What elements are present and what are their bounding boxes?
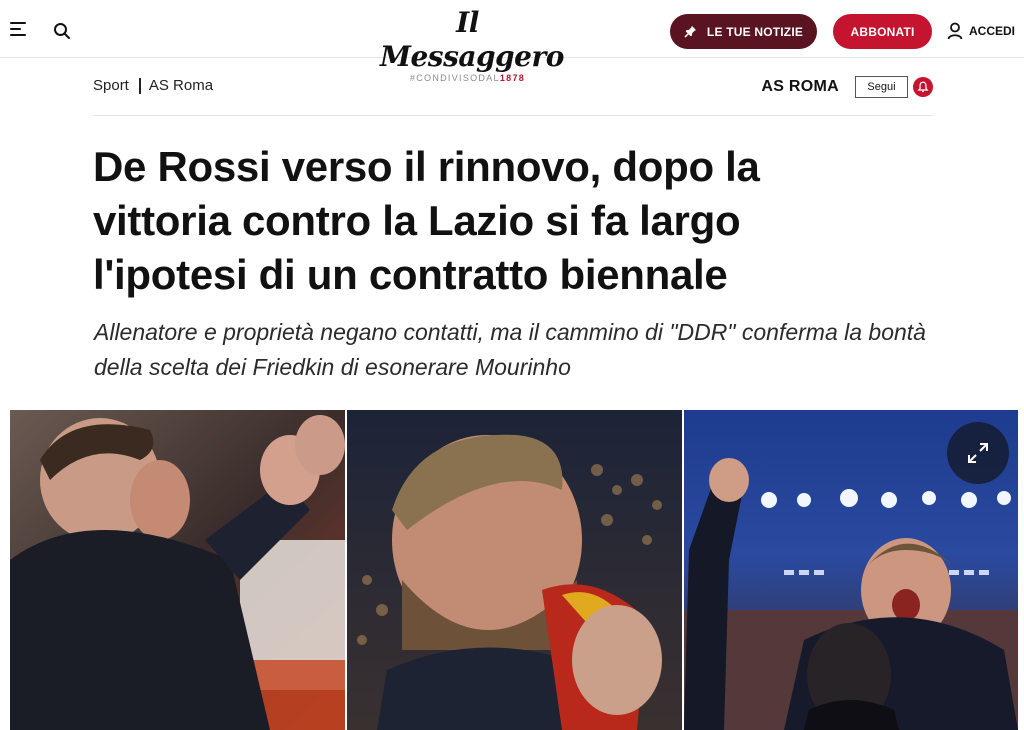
my-news-button[interactable]: LE TUE NOTIZIE [670, 14, 817, 49]
breadcrumb-separator [138, 77, 141, 94]
site-logo[interactable]: Il Messaggero #CONDIVISODAL1878 [380, 6, 564, 83]
my-news-label: LE TUE NOTIZIE [706, 24, 804, 39]
topic-name[interactable]: AS ROMA [761, 78, 839, 96]
section-bar: Sport AS Roma AS ROMA Segui [93, 60, 933, 116]
login-link[interactable]: ACCEDI [947, 20, 1015, 42]
expand-gallery-button[interactable] [947, 422, 1009, 484]
article-subheadline: Allenatore e proprietà negano contatti, … [94, 319, 926, 380]
breadcrumb: Sport AS Roma [93, 77, 213, 94]
subscribe-label: ABBONATI [850, 24, 915, 39]
breadcrumb-subsection-as-roma[interactable]: AS Roma [149, 77, 213, 94]
bell-icon[interactable] [913, 77, 933, 97]
user-icon [947, 22, 963, 40]
article-headline: De Rossi verso il rinnovo, dopo la vitto… [93, 143, 760, 298]
gallery-photo-celebrating-coach[interactable] [10, 410, 345, 730]
pin-icon [684, 25, 696, 38]
hamburger-menu-icon[interactable] [10, 22, 28, 38]
topic-follow: AS ROMA Segui [761, 76, 933, 98]
site-header: Il Messaggero #CONDIVISODAL1878 LE TUE N… [0, 0, 1024, 83]
login-label: ACCEDI [969, 24, 1016, 38]
expand-icon [968, 443, 988, 463]
subscribe-button[interactable]: ABBONATI [833, 14, 932, 49]
search-icon[interactable] [53, 22, 71, 40]
gallery-photo-kissing-scarf[interactable] [347, 410, 682, 730]
photo-gallery[interactable] [10, 410, 1018, 730]
follow-button[interactable]: Segui [855, 76, 908, 98]
breadcrumb-section-sport[interactable]: Sport [93, 77, 129, 94]
